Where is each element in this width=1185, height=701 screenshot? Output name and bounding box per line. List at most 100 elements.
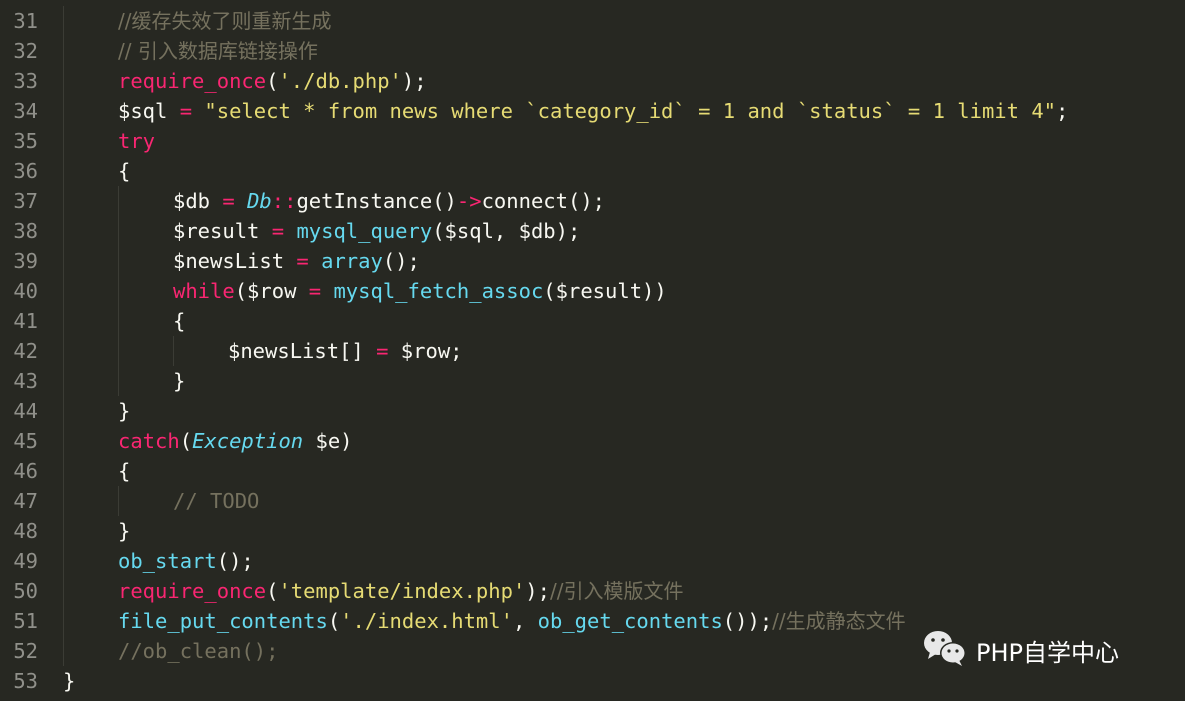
- code-token: {: [173, 309, 186, 333]
- indent-guide: [63, 216, 64, 246]
- code-token: //缓存失效了则重新生成: [118, 9, 332, 33]
- code-token: =: [296, 249, 309, 273]
- code-line[interactable]: 40 while($row = mysql_fetch_assoc($result…: [0, 276, 1185, 306]
- code-token: connect();: [481, 189, 605, 213]
- indent-guide: [118, 276, 119, 306]
- code-token: ($result)): [543, 279, 667, 303]
- line-number: 34: [13, 99, 38, 123]
- code-line[interactable]: 47 // TODO: [0, 486, 1185, 516]
- code-line[interactable]: 33 require_once('./db.php');: [0, 66, 1185, 96]
- line-number: 50: [13, 579, 38, 603]
- indent-guide: [173, 336, 174, 366]
- code-line[interactable]: 46 {: [0, 456, 1185, 486]
- wechat-icon: [922, 628, 968, 672]
- line-number: 33: [13, 69, 38, 93]
- code-token: ::: [271, 189, 297, 213]
- line-number: 36: [13, 159, 38, 183]
- code-line[interactable]: 49 ob_start();: [0, 546, 1185, 576]
- indent-guide: [118, 306, 119, 336]
- code-line[interactable]: 38 $result = mysql_query($sql, $db);: [0, 216, 1185, 246]
- indent-guide: [118, 186, 119, 216]
- line-number: 44: [13, 399, 38, 423]
- code-line[interactable]: 48}: [0, 516, 1185, 546]
- code-line[interactable]: 42 $newsList[] = $row;: [0, 336, 1185, 366]
- code-content: try: [118, 126, 155, 156]
- code-token: getInstance(): [296, 189, 457, 213]
- code-content: //缓存失效了则重新生成: [118, 6, 331, 36]
- code-line[interactable]: 43}: [0, 366, 1185, 396]
- code-content: }: [118, 516, 130, 546]
- code-token: // TODO: [173, 489, 260, 513]
- code-token: {: [118, 159, 131, 183]
- indent-guide: [63, 636, 64, 666]
- code-content: $db = Db::getInstance()->connect();: [173, 186, 605, 216]
- indent-guide: [63, 336, 64, 366]
- code-line[interactable]: 31 //缓存失效了则重新生成: [0, 6, 1185, 36]
- code-token: file_put_contents: [118, 609, 328, 633]
- indent-guide: [63, 96, 64, 126]
- code-content: while($row = mysql_fetch_assoc($result)): [173, 276, 667, 306]
- indent-guide: [63, 276, 64, 306]
- code-token: (: [327, 609, 341, 633]
- code-line[interactable]: 41 {: [0, 306, 1185, 336]
- code-token: ->: [456, 189, 482, 213]
- code-editor[interactable]: 31 //缓存失效了则重新生成 32 // 引入数据库链接操作 33 require_on…: [0, 0, 1185, 701]
- code-token: =: [179, 99, 193, 123]
- indent-guide: [63, 486, 64, 516]
- indent-guide: [63, 366, 64, 396]
- indent-guide: [118, 336, 119, 366]
- code-line[interactable]: 53}: [0, 666, 1185, 696]
- line-number: 32: [13, 39, 38, 63]
- line-number: 47: [13, 489, 38, 513]
- indent-guide: [63, 396, 64, 426]
- code-token: $row;: [388, 339, 463, 363]
- code-token: $newsList[]: [228, 339, 377, 363]
- code-token: ob_get_contents: [537, 609, 723, 633]
- line-number: 39: [13, 249, 38, 273]
- indent-guide: [118, 216, 119, 246]
- line-number: 51: [13, 609, 38, 633]
- code-token: (: [266, 69, 279, 93]
- code-content: $result = mysql_query($sql, $db);: [173, 216, 580, 246]
- code-line[interactable]: 39 $newsList = array();: [0, 246, 1185, 276]
- code-line[interactable]: 35 try: [0, 126, 1185, 156]
- indent-guide: [63, 126, 64, 156]
- code-token: }: [118, 399, 131, 423]
- indent-guide: [63, 546, 64, 576]
- code-token: './db.php': [278, 69, 402, 93]
- code-token: ();: [382, 249, 420, 273]
- code-content: {: [118, 156, 130, 186]
- code-content: //ob_clean();: [118, 636, 278, 666]
- code-token: mysql_fetch_assoc: [333, 279, 544, 303]
- code-line[interactable]: 37 $db = Db::getInstance()->connect();: [0, 186, 1185, 216]
- code-line[interactable]: 50 require_once('template/index.php');//引…: [0, 576, 1185, 606]
- indent-guide: [63, 186, 64, 216]
- indent-guide: [63, 576, 64, 606]
- code-line[interactable]: 44}: [0, 396, 1185, 426]
- code-content: require_once('template/index.php');//引入模…: [118, 576, 683, 606]
- watermark: PHP自学中心: [922, 630, 1119, 670]
- line-number: 53: [13, 669, 38, 693]
- code-line[interactable]: 34 $sql = "select * from news where `cate…: [0, 96, 1185, 126]
- line-number: 35: [13, 129, 38, 153]
- code-content: }: [118, 396, 130, 426]
- indent-guide: [118, 246, 119, 276]
- code-content: // 引入数据库链接操作: [118, 36, 318, 66]
- line-number: 40: [13, 279, 38, 303]
- line-number: 46: [13, 459, 38, 483]
- code-token: $sql: [118, 99, 180, 123]
- watermark-label: PHP自学中心: [976, 638, 1119, 667]
- code-token: (: [266, 579, 279, 603]
- line-number: 43: [13, 369, 38, 393]
- code-token: );: [525, 579, 550, 603]
- code-line[interactable]: 36 {: [0, 156, 1185, 186]
- line-number: 52: [13, 639, 38, 663]
- code-content: $newsList[] = $row;: [228, 336, 463, 366]
- code-line[interactable]: 45 catch(Exception $e): [0, 426, 1185, 456]
- code-token: ();: [216, 549, 254, 573]
- line-number: 41: [13, 309, 38, 333]
- code-token: (: [179, 429, 193, 453]
- code-line[interactable]: 32 // 引入数据库链接操作: [0, 36, 1185, 66]
- indent-guide: [63, 66, 64, 96]
